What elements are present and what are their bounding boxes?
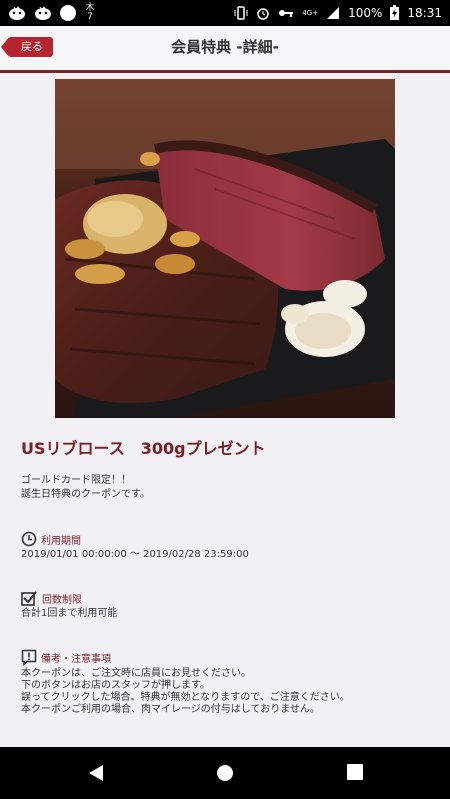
- coupon-title: USリブロース 300gプレゼント: [21, 439, 266, 458]
- app-notification-icon: [9, 6, 25, 20]
- limit-section: 回数制限 合計1回まで利用可能: [21, 590, 431, 620]
- network-type: 4G+: [302, 8, 319, 17]
- limit-value: 合計1回まで利用可能: [21, 608, 118, 619]
- notes-line: 誤ってクリックした場合、特典が無効となりますので、ご注意ください。: [21, 692, 350, 703]
- page-title: 会員特典 -詳細-: [171, 38, 279, 56]
- limit-label: 回数制限: [42, 594, 82, 606]
- app-header: 戻る 会員特典 -詳細-: [0, 26, 450, 70]
- status-bar: 木 7 4G+ 100% 18:31: [0, 0, 450, 26]
- notes-line: 本クーポンご利用の場合、肉マイレージの付与はしておりません。: [21, 704, 320, 715]
- period-value: 2019/01/01 00:00:00 〜 2019/02/28 23:59:0…: [21, 549, 249, 560]
- notes-line: 下のボタンはお店のスタッフが押します。: [21, 680, 210, 691]
- notes-line: 本クーポンは、ご注文時に店員にお見せください。: [21, 668, 251, 679]
- calendar-day-indicator: 木 7: [85, 3, 95, 22]
- period-label: 利用期間: [41, 535, 81, 547]
- checkbox-icon: [21, 591, 37, 606]
- coupon-description: ゴールドカード限定！！ 誕生日特典のクーポンです。: [21, 474, 431, 502]
- signal-icon: [327, 6, 340, 19]
- notification-dot-icon: [60, 5, 76, 21]
- system-nav-bar: [0, 747, 450, 799]
- battery-charging-icon: [390, 5, 400, 20]
- vibrate-icon: [234, 5, 248, 20]
- clock-time: 18:31: [407, 5, 442, 20]
- key-icon: [279, 9, 294, 17]
- period-section: 利用期間 2019/01/01 00:00:00 〜 2019/02/28 23…: [21, 531, 431, 561]
- notes-label: 備考・注意事項: [41, 654, 111, 665]
- clock-icon: [21, 531, 37, 547]
- description-line: 誕生日特典のクーポンです。: [21, 489, 150, 500]
- recents-nav-icon[interactable]: [346, 763, 364, 781]
- header-divider: [0, 70, 450, 73]
- alarm-icon: [257, 7, 270, 20]
- battery-percent: 100%: [348, 5, 383, 20]
- app-notification-icon: [35, 6, 51, 20]
- back-nav-icon[interactable]: [86, 763, 106, 783]
- notice-icon: [21, 649, 37, 666]
- home-nav-icon[interactable]: [215, 763, 235, 783]
- notes-section: 備考・注意事項 本クーポンは、ご注文時に店員にお見せください。 下のボタンはお店…: [21, 649, 431, 716]
- coupon-photo: [55, 79, 395, 418]
- description-line: ゴールドカード限定！！: [21, 475, 131, 486]
